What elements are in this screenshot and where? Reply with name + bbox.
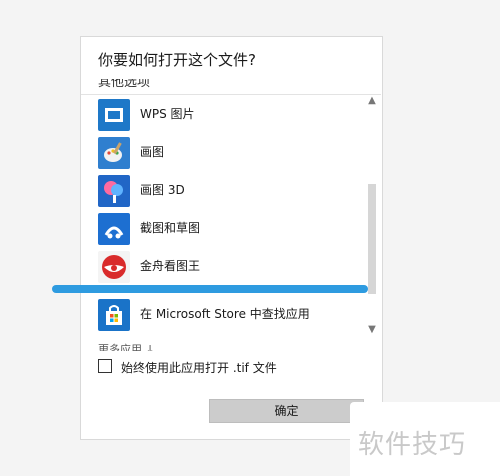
microsoft-store-icon (98, 299, 130, 331)
app-item-paint-3d[interactable]: 画图 3D (81, 171, 367, 209)
wps-pictures-icon (98, 99, 130, 131)
scroll-thumb[interactable] (368, 184, 376, 294)
more-apps-link[interactable]: 更多应用 ↓ (98, 343, 178, 351)
scroll-up-arrow-icon[interactable]: ▲ (366, 94, 378, 108)
ok-button[interactable]: 确定 (209, 399, 364, 423)
app-item-snip-sketch[interactable]: 截图和草图 (81, 209, 367, 247)
always-use-app-option[interactable]: 始终使用此应用打开 .tif 文件 (98, 357, 368, 377)
jinzhou-viewer-icon (98, 251, 130, 283)
app-item-microsoft-store[interactable]: 在 Microsoft Store 中查找应用 (81, 295, 367, 333)
app-list-scrollbar[interactable]: ▲ ▼ (366, 94, 378, 337)
open-with-dialog: 你要如何打开这个文件? 其他选项 WPS 图片 画图 画图 3D 截图和草图 金… (80, 36, 383, 440)
paint-3d-icon (98, 175, 130, 207)
watermark-logo: 软件技巧 (350, 402, 500, 476)
section-label: 其他选项 (98, 79, 151, 90)
always-use-checkbox[interactable] (98, 359, 112, 373)
app-list: WPS 图片 画图 画图 3D 截图和草图 金舟看图王 在 Microsoft … (81, 94, 381, 338)
app-item-paint[interactable]: 画图 (81, 133, 367, 171)
dialog-title: 你要如何打开这个文件? (98, 51, 256, 69)
app-item-wps-pictures[interactable]: WPS 图片 (81, 95, 367, 133)
selection-highlight-bar (52, 285, 368, 293)
snip-sketch-icon (98, 213, 130, 245)
paint-icon (98, 137, 130, 169)
app-item-jinzhou-viewer[interactable]: 金舟看图王 (81, 247, 367, 285)
scroll-down-arrow-icon[interactable]: ▼ (366, 323, 378, 337)
